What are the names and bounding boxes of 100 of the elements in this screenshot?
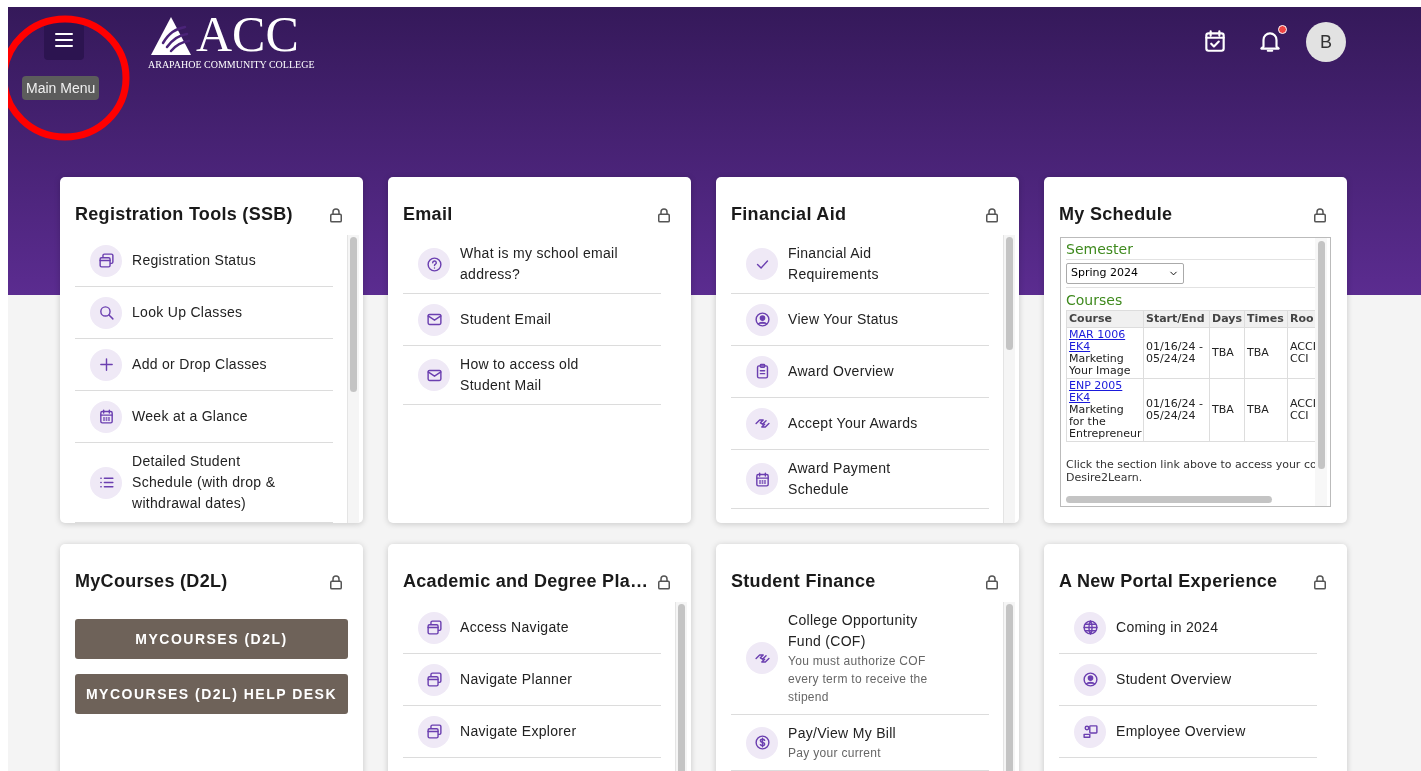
lock-icon: [655, 572, 673, 591]
card-title: MyCourses (D2L): [75, 570, 228, 593]
lock-icon: [1311, 205, 1329, 224]
item-label: Navigate Planner: [460, 670, 574, 689]
presenter-icon: [1081, 723, 1099, 740]
section-heading: Semester: [1066, 240, 1134, 259]
list-item[interactable]: Student Overview: [1059, 654, 1317, 706]
envelope-icon: [425, 311, 443, 328]
item-label: Look Up Classes: [132, 303, 244, 322]
card-title: Student Finance: [731, 570, 876, 593]
lock-button[interactable]: [1311, 205, 1329, 224]
list-item[interactable]: Financial Aid Requirements: [731, 235, 989, 294]
list-item[interactable]: Navigate Explorer: [403, 706, 661, 758]
section-heading: Courses: [1066, 291, 1124, 310]
lock-button[interactable]: [983, 572, 1001, 591]
table-cell: TBA: [1244, 378, 1288, 442]
table-cell: 01/16/24 - 05/24/24: [1143, 378, 1210, 442]
item-label: Access Navigate: [460, 618, 570, 637]
dollar-circle-icon: [753, 734, 771, 751]
column-header: Course: [1066, 310, 1144, 328]
item-label: What is my school email address?: [460, 244, 619, 284]
scrollbar-thumb[interactable]: [350, 237, 357, 392]
scrollbar-thumb[interactable]: [1317, 241, 1325, 469]
item-label: Navigate Explorer: [460, 722, 578, 741]
item-label: Financial Aid Requirements: [788, 244, 880, 284]
list-item[interactable]: How to access old Student Mail: [403, 346, 661, 405]
plus-icon: [97, 356, 115, 373]
list-item[interactable]: Week at a Glance: [75, 391, 333, 443]
avatar[interactable]: B: [1306, 22, 1346, 62]
table-cell: TBA: [1209, 378, 1245, 442]
table-cell: TBA: [1209, 327, 1245, 379]
globe-icon: [1081, 619, 1099, 636]
column-header: Times: [1244, 310, 1288, 328]
lock-button[interactable]: [327, 205, 345, 224]
calendar-icon: [753, 470, 771, 488]
question-icon: [425, 255, 443, 273]
lock-icon: [983, 205, 1001, 224]
list-item[interactable]: Award Overview: [731, 346, 989, 398]
lock-button[interactable]: [983, 205, 1001, 224]
table-cell: TBA: [1244, 327, 1288, 379]
lock-button[interactable]: [327, 572, 345, 591]
logo-text: ACC: [196, 11, 299, 57]
lock-button[interactable]: [655, 205, 673, 224]
list-item[interactable]: Registration Status: [75, 235, 333, 287]
item-label: Coming in 2024: [1116, 618, 1220, 637]
course-title: Marketing Your Image: [1069, 353, 1132, 377]
list-item[interactable]: Student Email: [403, 294, 661, 346]
card-title: Email: [403, 203, 453, 226]
item-label: Pay/View My Bill: [788, 724, 897, 743]
list-item[interactable]: Award Payment Schedule: [731, 450, 989, 509]
lock-icon: [327, 572, 345, 591]
scrollbar-thumb[interactable]: [1006, 237, 1013, 350]
logo-subtitle: ARAPAHOE COMMUNITY COLLEGE: [148, 59, 315, 71]
link-button[interactable]: MYCOURSES (D2L): [75, 619, 348, 659]
lock-button[interactable]: [1311, 572, 1329, 591]
lock-icon: [655, 205, 673, 224]
item-label: View Your Status: [788, 310, 900, 329]
item-description: You must authorize COF every term to receive the stipend: [788, 653, 929, 706]
scrollbar-thumb[interactable]: [1066, 496, 1272, 503]
item-description: Pay your current: [788, 745, 882, 762]
lock-button[interactable]: [655, 572, 673, 591]
course-link[interactable]: MAR 1006 EK4: [1069, 329, 1141, 353]
list-item[interactable]: College Opportunity Fund (COF) You must authorize COF every term to receive the stipend: [731, 602, 989, 715]
lock-icon: [1311, 572, 1329, 591]
item-label: Award Payment Schedule: [788, 459, 892, 499]
list-item[interactable]: Add or Drop Classes: [75, 339, 333, 391]
list-item[interactable]: Access Navigate: [403, 602, 661, 654]
scrollbar-thumb[interactable]: [1006, 604, 1013, 771]
list-item[interactable]: What is my school email address?: [403, 235, 661, 294]
list-item[interactable]: View Your Status: [731, 294, 989, 346]
card-title: A New Portal Experience: [1059, 570, 1278, 593]
course-title: Marketing for the Entrepreneur: [1069, 404, 1141, 440]
list-item[interactable]: Coming in 2024: [1059, 602, 1317, 654]
item-label: Add or Drop Classes: [132, 355, 268, 374]
person-circle-icon: [753, 311, 771, 328]
card-title: Financial Aid: [731, 203, 847, 226]
calendar-check-icon: [1202, 28, 1228, 54]
card-title: My Schedule: [1059, 203, 1173, 226]
link-button[interactable]: MYCOURSES (D2L) HELP DESK: [75, 674, 348, 714]
lock-icon: [983, 572, 1001, 591]
list-item[interactable]: Look Up Classes: [75, 287, 333, 339]
item-label: How to access old Student Mail: [460, 355, 580, 395]
list-item[interactable]: Detailed Student Schedule (with drop & withdrawal dates): [75, 443, 333, 523]
semester-dropdown[interactable]: Spring 2024: [1066, 263, 1184, 284]
list-item[interactable]: Accept Your Awards: [731, 398, 989, 450]
course-link[interactable]: ENP 2005 EK4: [1069, 380, 1141, 404]
list-item[interactable]: Employee Overview: [1059, 706, 1317, 758]
windows-icon: [425, 619, 443, 636]
card-title: Academic and Degree Pla…: [403, 570, 649, 593]
list-item[interactable]: Navigate Planner: [403, 654, 661, 706]
windows-icon: [425, 671, 443, 688]
item-label: Award Overview: [788, 362, 895, 381]
person-circle-icon: [1081, 671, 1099, 688]
windows-icon: [425, 723, 443, 740]
item-label: Student Overview: [1116, 670, 1233, 689]
list-item[interactable]: Pay/View My Bill Pay your current: [731, 715, 989, 771]
calendar-icon: [97, 408, 115, 425]
column-header: Start/End: [1143, 310, 1210, 328]
search-icon: [97, 304, 115, 321]
scrollbar-thumb[interactable]: [678, 604, 685, 771]
